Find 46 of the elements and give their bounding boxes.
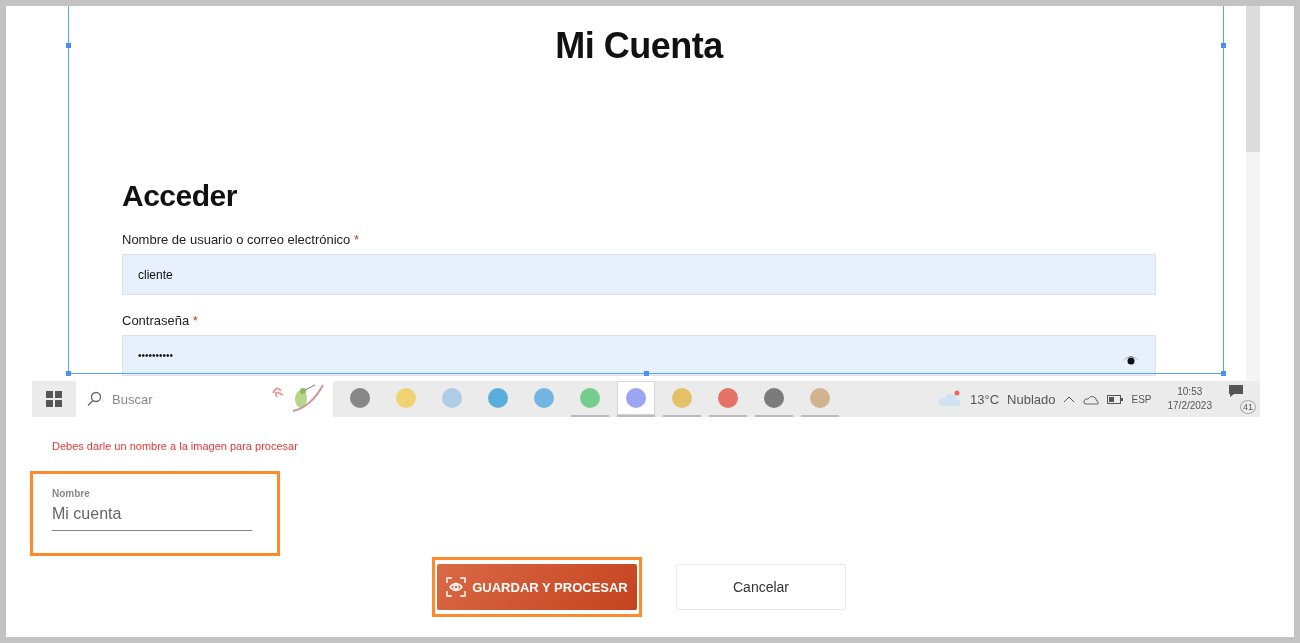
chevron-up-icon[interactable] (1063, 395, 1076, 403)
resize-handle[interactable] (66, 43, 71, 48)
app-icon (580, 388, 600, 408)
input-field[interactable]: •••••••••• (122, 335, 1156, 376)
app-icon (442, 388, 462, 408)
clock-date[interactable]: 17/2/2023 (1167, 399, 1212, 413)
language-indicator[interactable]: ESP (1131, 393, 1152, 405)
cloud-icon[interactable] (1083, 393, 1100, 405)
resize-handle[interactable] (644, 371, 649, 376)
windows-icon[interactable] (46, 391, 62, 407)
search-field[interactable]: Buscar (76, 381, 333, 417)
cloud-icon (938, 390, 962, 408)
app-icon (350, 388, 370, 408)
taskbar-app-button[interactable] (617, 381, 655, 417)
login-heading: Acceder (122, 178, 238, 214)
notification-count: 41 (1240, 400, 1256, 414)
scrollbar[interactable] (1246, 6, 1260, 381)
app-icon (626, 388, 646, 408)
resize-handle[interactable] (66, 371, 71, 376)
field-label: Nombre (52, 488, 91, 499)
hummingbird-drawing (271, 383, 327, 415)
app-icon (718, 388, 738, 408)
resize-handle[interactable] (1221, 43, 1226, 48)
temperature: 13°C (970, 391, 1000, 407)
notification-icon[interactable] (1228, 384, 1244, 398)
app-icon (488, 388, 508, 408)
page-title: Mi Cuenta (554, 26, 725, 66)
error-message: Debes darle un nombre a la imagen para procesar (52, 440, 299, 454)
scrollbar-thumb[interactable] (1246, 6, 1260, 152)
weather-text: Nublado (1007, 391, 1056, 407)
search-icon (86, 391, 102, 407)
app-icon (764, 388, 784, 408)
cancel-button[interactable]: Cancelar (676, 564, 846, 610)
save-process-button[interactable]: GUARDAR Y PROCESAR (437, 564, 637, 610)
app-icon (534, 388, 554, 408)
field-label: Nombre de usuario o correo electrónico * (122, 232, 360, 247)
name-input-field[interactable]: Mi cuenta (52, 499, 252, 531)
clock-time[interactable]: 10:53 (1177, 385, 1203, 399)
app-icon (810, 388, 830, 408)
app-icon (672, 388, 692, 408)
resize-handle[interactable] (1221, 371, 1226, 376)
eye-scan-icon (446, 577, 467, 597)
input-field[interactable]: cliente (122, 254, 1156, 295)
battery-icon[interactable] (1107, 394, 1124, 404)
field-label: Contraseña * (122, 313, 199, 328)
app-icon (396, 388, 416, 408)
